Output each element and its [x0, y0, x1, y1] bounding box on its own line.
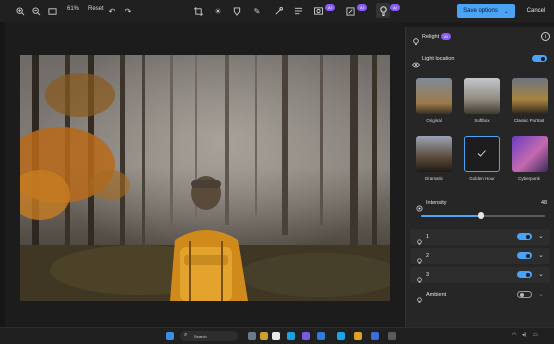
wifi-icon[interactable]: ◠: [512, 332, 516, 338]
zoom-in-icon[interactable]: [14, 5, 26, 17]
background-icon[interactable]: [312, 5, 324, 17]
preset-thumb-cyberpunk[interactable]: [512, 136, 548, 172]
relight-title: Relight: [422, 34, 440, 40]
preset-label: Cyberpunk: [518, 176, 540, 181]
reset-button[interactable]: Reset: [88, 6, 104, 12]
volume-icon[interactable]: ◂): [522, 332, 526, 338]
toggle-knob: [526, 253, 530, 258]
adjust-icon[interactable]: ☀: [212, 5, 224, 17]
preset-label: Original: [426, 118, 442, 123]
eye-icon: [412, 55, 420, 73]
preset-thumb-golden-hour[interactable]: [464, 136, 500, 172]
intensity-label: Intensity: [426, 200, 447, 206]
relight-bulb-icon[interactable]: [376, 3, 390, 18]
intensity-slider-fill: [421, 215, 481, 217]
edge-icon[interactable]: [287, 332, 295, 340]
bulb-icon: [413, 33, 419, 51]
toolbar: 61% Reset ↶ ↷ ☀ ✎ AI AI AI Save options …: [0, 0, 554, 22]
preset-thumb-dramatic[interactable]: [416, 136, 452, 172]
zoom-out-icon[interactable]: [30, 5, 42, 17]
intensity-value: 48: [541, 200, 548, 206]
task-view-icon[interactable]: [248, 332, 256, 340]
ai-badge: AI: [357, 4, 367, 11]
chevron-down-icon[interactable]: ⌄: [538, 251, 544, 259]
chevron-down-icon[interactable]: ⌄: [538, 232, 544, 240]
zoom-level[interactable]: 61%: [67, 6, 79, 12]
app-icon[interactable]: [388, 332, 396, 340]
copilot-icon[interactable]: [302, 332, 310, 340]
info-icon[interactable]: i: [541, 32, 550, 41]
filter-icon[interactable]: [231, 5, 243, 17]
intensity-slider-track[interactable]: [421, 212, 545, 219]
chevron-down-icon[interactable]: ⌄: [538, 290, 544, 298]
checkmark-icon: [477, 150, 486, 157]
bulb-icon: [417, 291, 422, 309]
taskbar: ⌕ Search ◠ ◂) ▭: [0, 327, 554, 344]
light-toggle[interactable]: [517, 252, 532, 259]
redo-icon[interactable]: ↷: [122, 5, 134, 17]
edited-photo: [20, 55, 390, 301]
battery-icon[interactable]: ▭: [533, 332, 538, 338]
light-label: 1: [426, 234, 430, 240]
light-row-2[interactable]: 2 ⌄: [410, 248, 550, 264]
light-location-label: Light location: [422, 56, 455, 62]
undo-icon[interactable]: ↶: [106, 5, 118, 17]
preset-thumb-original[interactable]: [416, 78, 452, 114]
light-label: 2: [426, 253, 430, 259]
chevron-down-icon[interactable]: ⌄: [538, 270, 544, 278]
preset-label: Classic Portrait: [513, 118, 545, 123]
search-placeholder: Search: [194, 334, 207, 339]
ambient-row[interactable]: Ambient ⌄: [410, 287, 550, 303]
save-options-button[interactable]: Save options ⌄: [457, 4, 515, 18]
toggle-knob: [526, 272, 530, 277]
light-toggle[interactable]: [517, 233, 532, 240]
light-toggle[interactable]: [517, 271, 532, 278]
preset-label: Golden Hour: [469, 176, 495, 181]
preset-label: Softbox: [474, 118, 490, 123]
text-icon[interactable]: [292, 5, 304, 17]
ai-badge: AI: [390, 4, 400, 11]
search-icon: ⌕: [184, 332, 188, 338]
ai-badge: AI: [325, 4, 335, 11]
fit-to-window-icon[interactable]: [46, 5, 58, 17]
crop-icon[interactable]: [192, 5, 204, 17]
preset-label: Dramatic: [424, 176, 443, 181]
light-location-toggle[interactable]: [532, 55, 547, 62]
toggle-knob: [520, 293, 524, 297]
intensity-slider-thumb[interactable]: [477, 212, 484, 219]
app-icon[interactable]: [354, 332, 362, 340]
preset-thumb-softbox[interactable]: [464, 78, 500, 114]
ai-badge: AI: [441, 33, 451, 40]
photos-icon[interactable]: [337, 332, 345, 340]
cancel-button[interactable]: Cancel: [522, 4, 550, 18]
toggle-knob: [541, 56, 545, 61]
light-row-1[interactable]: 1 ⌄: [410, 229, 550, 245]
search-box[interactable]: ⌕ Search: [180, 331, 238, 341]
file-explorer-icon[interactable]: [272, 332, 280, 340]
app-icon[interactable]: [371, 332, 379, 340]
widgets-icon[interactable]: [260, 332, 268, 340]
preset-thumb-classic-portrait[interactable]: [512, 78, 548, 114]
erase-icon[interactable]: [344, 5, 356, 17]
ambient-toggle[interactable]: [517, 291, 532, 298]
light-row-3[interactable]: 3 ⌄: [410, 267, 550, 283]
save-options-label: Save options: [463, 8, 498, 14]
ambient-label: Ambient: [426, 292, 447, 298]
retouch-icon[interactable]: [272, 5, 284, 17]
chevron-down-icon: ⌄: [503, 8, 509, 15]
start-icon[interactable]: [166, 332, 174, 340]
markup-icon[interactable]: ✎: [251, 5, 263, 17]
light-label: 3: [426, 272, 430, 278]
toggle-knob: [526, 234, 530, 239]
store-icon[interactable]: [317, 332, 325, 340]
